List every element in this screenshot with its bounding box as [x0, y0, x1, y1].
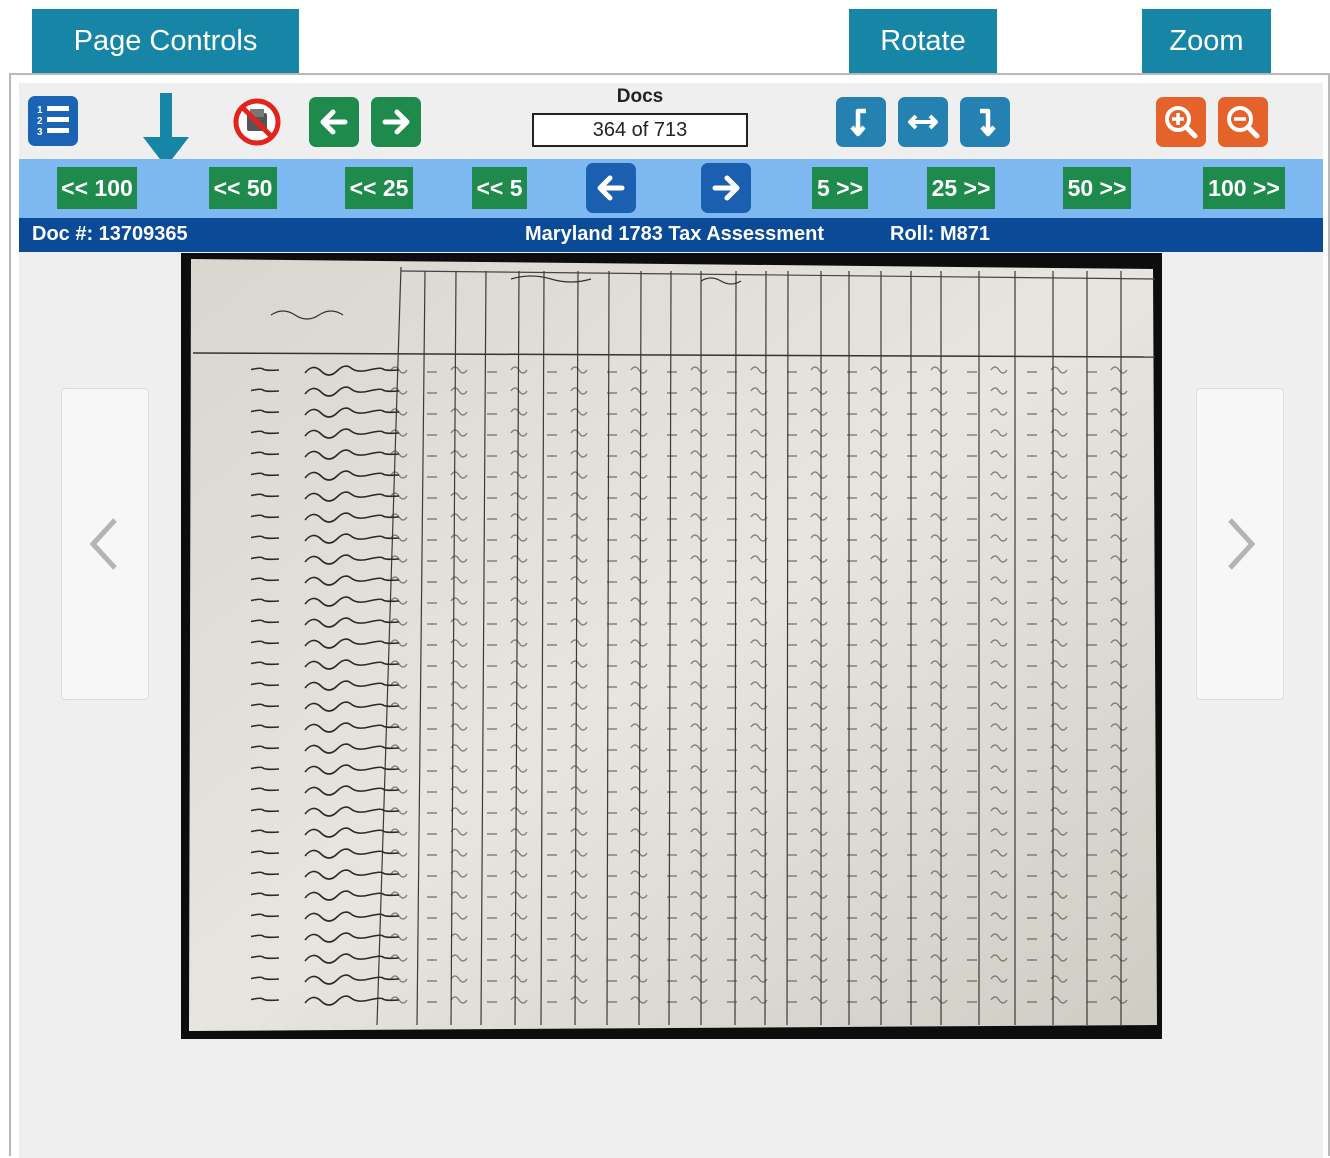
zoom-out-button[interactable] — [1218, 97, 1268, 147]
next-page-button[interactable] — [701, 163, 751, 213]
svg-text:2: 2 — [37, 116, 43, 127]
arrow-right-icon — [712, 175, 740, 201]
back-100-button[interactable]: << 100 — [57, 167, 137, 209]
arrow-left-icon — [597, 175, 625, 201]
docs-label: Docs — [616, 86, 664, 107]
back-25-button[interactable]: << 25 — [345, 167, 413, 209]
roll-number: Roll: M871 — [890, 223, 991, 245]
rotate-right-button[interactable] — [960, 97, 1010, 147]
chevron-left-icon — [89, 518, 117, 570]
page-jump-bar: << 100 << 50 << 25 << 5 5 >> 25 >> 50 >>… — [19, 159, 1323, 218]
next-document-button[interactable] — [371, 97, 421, 147]
no-print-button[interactable] — [232, 97, 282, 147]
svg-text:3: 3 — [37, 127, 43, 138]
document-title: Maryland 1783 Tax Assessment — [525, 223, 825, 245]
rotate-callout: Rotate — [849, 9, 997, 73]
forward-25-button[interactable]: 25 >> — [927, 167, 995, 209]
next-page-side-button[interactable] — [1196, 388, 1284, 700]
viewer-frame: 1 2 3 Docs 364 of 713 << 100 << 50 << 25… — [9, 73, 1330, 1158]
zoom-out-icon — [1227, 106, 1260, 139]
page-controls-callout: Page Controls — [32, 9, 299, 73]
document-info-bar: Doc #: 13709365 Maryland 1783 Tax Assess… — [19, 218, 1323, 252]
document-number: Doc #: 13709365 — [32, 223, 188, 245]
svg-text:1: 1 — [37, 105, 43, 116]
numbered-list-icon: 1 2 3 — [37, 105, 69, 138]
toolbar: 1 2 3 Docs 364 of 713 — [19, 83, 1323, 167]
zoom-in-button[interactable] — [1156, 97, 1206, 147]
page-list-button[interactable]: 1 2 3 — [28, 96, 78, 146]
previous-document-button[interactable] — [309, 97, 359, 147]
previous-page-side-button[interactable] — [61, 388, 149, 700]
viewer: 1 2 3 Docs 364 of 713 << 100 << 50 << 25… — [19, 83, 1323, 1158]
previous-page-button[interactable] — [586, 163, 636, 213]
arrow-right-icon — [382, 109, 410, 135]
document-image[interactable] — [181, 253, 1162, 1039]
arrow-left-icon — [320, 109, 348, 135]
rotate-left-button[interactable] — [836, 97, 886, 147]
document-counter[interactable]: 364 of 713 — [532, 113, 748, 147]
down-arrow-annotation-icon — [143, 93, 189, 167]
no-print-icon — [233, 98, 281, 146]
rotate-left-icon — [850, 108, 866, 137]
forward-50-button[interactable]: 50 >> — [1063, 167, 1131, 209]
chevron-right-icon — [1228, 518, 1256, 570]
forward-100-button[interactable]: 100 >> — [1203, 167, 1285, 209]
forward-5-button[interactable]: 5 >> — [812, 167, 868, 209]
zoom-callout: Zoom — [1142, 9, 1271, 73]
zoom-in-icon — [1165, 106, 1198, 139]
tax-ledger-scan — [189, 259, 1157, 1031]
horizontal-arrows-icon — [908, 114, 938, 130]
rotate-right-icon — [980, 108, 996, 137]
back-5-button[interactable]: << 5 — [472, 167, 527, 209]
flip-horizontal-button[interactable] — [898, 97, 948, 147]
back-50-button[interactable]: << 50 — [209, 167, 277, 209]
